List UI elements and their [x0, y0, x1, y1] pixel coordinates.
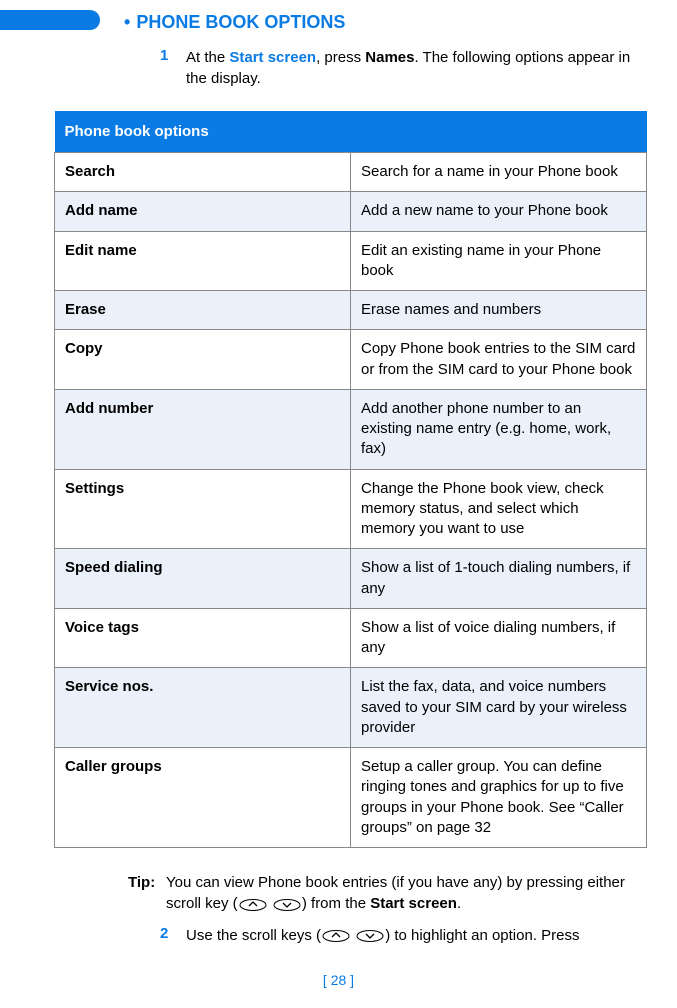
- table-row: Copy Copy Phone book entries to the SIM …: [55, 330, 647, 390]
- option-desc: List the fax, data, and voice numbers sa…: [351, 668, 647, 748]
- table-row: Edit name Edit an existing name in your …: [55, 231, 647, 291]
- step2-post: ) to highlight an option. Press: [385, 927, 579, 944]
- option-desc: Show a list of 1-touch dialing numbers, …: [351, 549, 647, 609]
- table-row: Settings Change the Phone book view, che…: [55, 469, 647, 549]
- option-desc: Setup a caller group. You can define rin…: [351, 748, 647, 848]
- table-row: Caller groups Setup a caller group. You …: [55, 748, 647, 848]
- option-name: Erase: [55, 291, 351, 330]
- table-title: Phone book options: [55, 111, 647, 153]
- table-row: Add number Add another phone number to a…: [55, 389, 647, 469]
- start-screen-link: Start screen: [229, 49, 316, 66]
- option-name: Voice tags: [55, 608, 351, 668]
- option-desc: Change the Phone book view, check memory…: [351, 469, 647, 549]
- step-1: 1 At the Start screen, press Names. The …: [160, 47, 647, 89]
- tip-start-screen: Start screen: [370, 895, 457, 912]
- table-row: Search Search for a name in your Phone b…: [55, 153, 647, 192]
- names-key: Names: [365, 49, 414, 66]
- step-number: 1: [160, 47, 186, 89]
- phone-book-options-table: Phone book options Search Search for a n…: [54, 111, 647, 848]
- tip: Tip: You can view Phone book entries (if…: [128, 872, 647, 915]
- tip-text: You can view Phone book entries (if you …: [166, 872, 647, 915]
- option-desc: Edit an existing name in your Phone book: [351, 231, 647, 291]
- table-row: Voice tags Show a list of voice dialing …: [55, 608, 647, 668]
- option-desc: Erase names and numbers: [351, 291, 647, 330]
- step-2: 2 Use the scroll keys ( ) to highlight a…: [160, 925, 647, 947]
- step2-pre: Use the scroll keys (: [186, 927, 321, 944]
- option-desc: Show a list of voice dialing numbers, if…: [351, 608, 647, 668]
- heading-text: PHONE BOOK OPTIONS: [136, 12, 345, 32]
- tip-label: Tip:: [128, 872, 166, 915]
- section-tab: [0, 10, 100, 30]
- option-name: Settings: [55, 469, 351, 549]
- table-row: Service nos. List the fax, data, and voi…: [55, 668, 647, 748]
- scroll-down-icon: [272, 894, 302, 915]
- section-heading: • PHONE BOOK OPTIONS: [124, 12, 647, 33]
- option-name: Speed dialing: [55, 549, 351, 609]
- scroll-up-icon: [238, 894, 268, 915]
- tip-post: ) from the: [302, 895, 370, 912]
- heading-bullet-icon: •: [124, 12, 130, 32]
- step-number: 2: [160, 925, 186, 947]
- tip-end: .: [457, 895, 461, 912]
- option-name: Search: [55, 153, 351, 192]
- option-desc: Add a new name to your Phone book: [351, 192, 647, 231]
- scroll-up-icon: [321, 925, 351, 946]
- option-name: Caller groups: [55, 748, 351, 848]
- option-desc: Copy Phone book entries to the SIM card …: [351, 330, 647, 390]
- step1-pre: At the: [186, 49, 229, 66]
- table-row: Speed dialing Show a list of 1-touch dia…: [55, 549, 647, 609]
- option-desc: Search for a name in your Phone book: [351, 153, 647, 192]
- table-row: Add name Add a new name to your Phone bo…: [55, 192, 647, 231]
- table-row: Erase Erase names and numbers: [55, 291, 647, 330]
- scroll-down-icon: [355, 925, 385, 946]
- step-2-text: Use the scroll keys ( ) to highlight an …: [186, 925, 580, 947]
- step-1-text: At the Start screen, press Names. The fo…: [186, 47, 647, 89]
- option-name: Add number: [55, 389, 351, 469]
- option-name: Edit name: [55, 231, 351, 291]
- step1-mid: , press: [316, 49, 365, 66]
- option-name: Copy: [55, 330, 351, 390]
- option-name: Add name: [55, 192, 351, 231]
- page-number: [ 28 ]: [30, 972, 647, 988]
- option-name: Service nos.: [55, 668, 351, 748]
- option-desc: Add another phone number to an existing …: [351, 389, 647, 469]
